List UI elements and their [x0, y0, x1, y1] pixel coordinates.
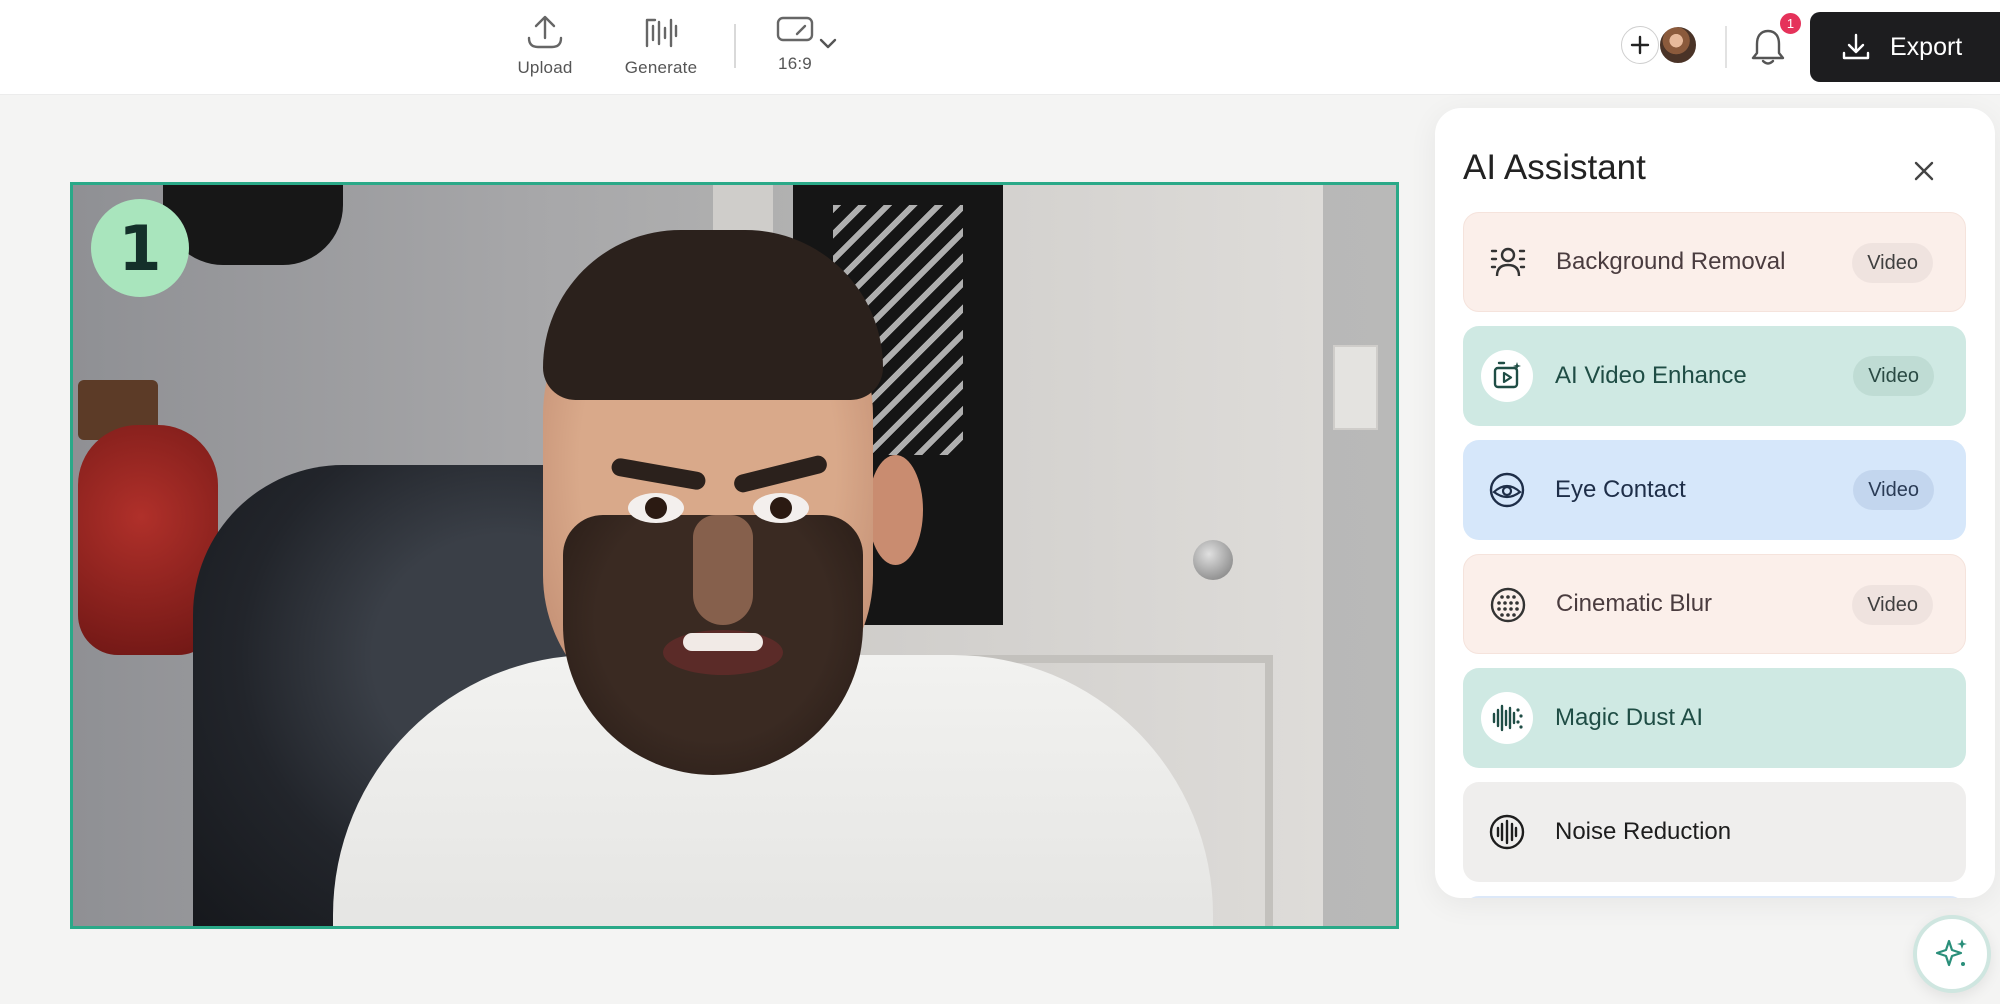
tool-label: Background Removal: [1556, 248, 1786, 275]
tool-label: Eye Contact: [1555, 476, 1686, 503]
tool-label: AI Video Enhance: [1555, 362, 1747, 389]
aspect-ratio-icon: [776, 16, 814, 42]
tool-magic-dust-ai[interactable]: Magic Dust AI: [1463, 668, 1966, 768]
generate-label: Generate: [624, 58, 698, 77]
panel-title: AI Assistant: [1463, 148, 1646, 187]
tool-eye-contact[interactable]: Eye Contact Video: [1463, 440, 1966, 540]
user-avatar[interactable]: [1658, 25, 1698, 65]
person-frame-icon: [1482, 237, 1534, 289]
add-collaborator-button[interactable]: [1621, 26, 1659, 64]
tool-label: Cinematic Blur: [1556, 590, 1713, 617]
tool-tag: Video: [1853, 470, 1934, 510]
tool-label: Magic Dust AI: [1555, 704, 1704, 731]
toolbar-divider-right: [1725, 26, 1727, 68]
tool-card-partial[interactable]: [1463, 896, 1966, 898]
export-button[interactable]: Export: [1810, 12, 2000, 82]
download-icon: [1842, 33, 1870, 60]
eye-icon: [1481, 464, 1533, 516]
export-label: Export: [1890, 32, 1963, 61]
tool-noise-reduction[interactable]: Noise Reduction: [1463, 782, 1966, 882]
top-toolbar: Upload Generate 16:9 1 Export: [0, 0, 2000, 95]
plus-icon: [1630, 35, 1650, 55]
video-preview[interactable]: 1: [70, 182, 1399, 929]
sparkle-icon: [1935, 939, 1967, 967]
tool-background-removal[interactable]: Background Removal Video: [1463, 212, 1966, 312]
editor-app: Upload Generate 16:9 1 Export 1 AI Assis…: [0, 0, 2000, 1004]
tool-cinematic-blur[interactable]: Cinematic Blur Video: [1463, 554, 1966, 654]
tool-tag: Video: [1852, 585, 1933, 625]
upload-button[interactable]: Upload: [510, 14, 580, 80]
scene-number-badge: 1: [91, 199, 189, 297]
chevron-down-icon[interactable]: [818, 36, 838, 50]
dotted-circle-icon: [1482, 579, 1534, 631]
video-enhance-icon: [1481, 350, 1533, 402]
tool-ai-video-enhance[interactable]: AI Video Enhance Video: [1463, 326, 1966, 426]
video-frame-image: [73, 185, 1396, 926]
notification-badge: 1: [1778, 11, 1803, 36]
tool-tag: Video: [1853, 356, 1934, 396]
tool-label: Noise Reduction: [1555, 818, 1732, 845]
toolbar-divider: [734, 24, 736, 68]
upload-label: Upload: [517, 58, 573, 77]
generate-icon: [645, 18, 678, 48]
close-icon: [1914, 161, 1934, 181]
upload-icon: [527, 15, 563, 49]
aspect-ratio-label: 16:9: [778, 54, 812, 73]
waveform-sparkle-icon: [1481, 692, 1533, 744]
ai-assistant-panel: AI Assistant Background Removal Video AI…: [1435, 108, 1995, 898]
waveform-circle-icon: [1481, 806, 1533, 858]
tool-tag: Video: [1852, 243, 1933, 283]
ai-assistant-toggle-button[interactable]: [1913, 915, 1991, 993]
close-panel-button[interactable]: [1905, 152, 1943, 190]
generate-button[interactable]: Generate: [620, 14, 702, 80]
